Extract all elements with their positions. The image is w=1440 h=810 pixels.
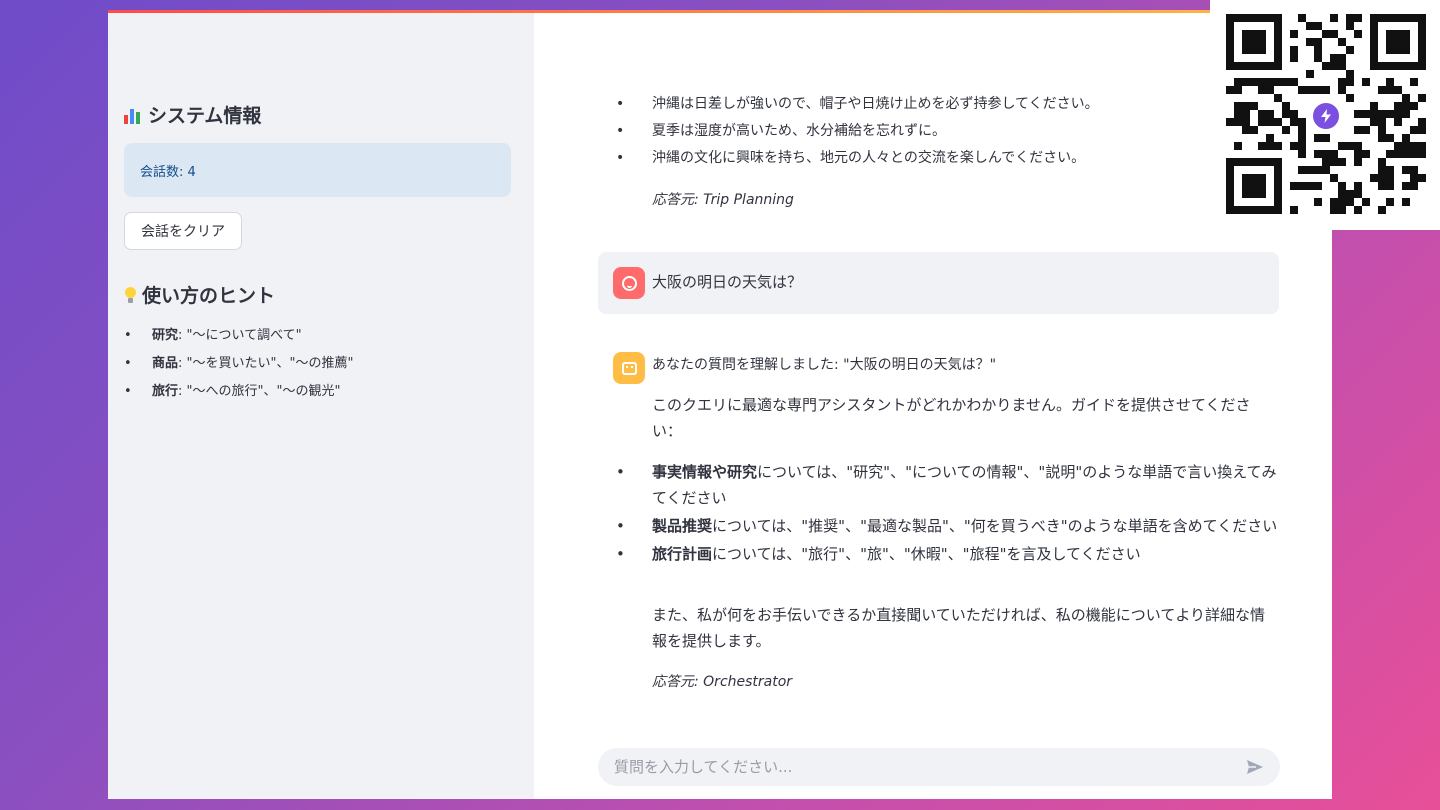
list-item: 製品推奨については、"推奨"、"最適な製品"、"何を買うべき"のような単語を含め… (598, 513, 1280, 539)
hint-text: : "〜を買いたい"、"〜の推薦" (178, 356, 354, 371)
system-info-title: システム情報 (148, 105, 262, 127)
list-item: 夏季は湿度が高いため、水分補給を忘れずに。 (598, 121, 1280, 148)
hint-text: : "〜への旅行"、"〜の観光" (178, 384, 341, 399)
user-message: 大阪の明日の天気は？ (598, 252, 1279, 314)
previous-answer-list: 沖縄は日差しが強いので、帽子や日焼け止めを必ず持参してください。 夏季は湿度が高… (598, 94, 1280, 175)
sidebar: システム情報 会話数: 4 会話をクリア 使い方のヒント 研究: "〜について調… (108, 13, 534, 799)
guide-keyword: 事実情報や研究 (652, 463, 758, 481)
list-item: 沖縄の文化に興味を持ち、地元の人々との交流を楽しんでください。 (598, 148, 1280, 175)
hint-item: 旅行: "〜への旅行"、"〜の観光" (124, 382, 353, 410)
guide-keyword: 旅行計画 (652, 545, 713, 563)
user-message-text: 大阪の明日の天気は？ (652, 273, 803, 291)
previous-answer-source: 応答元: Trip Planning (652, 192, 794, 208)
hint-label: 研究 (152, 328, 179, 343)
bot-avatar-icon (613, 352, 645, 384)
hint-item: 商品: "〜を買いたい"、"〜の推薦" (124, 354, 353, 382)
list-item: 事実情報や研究については、"研究"、"についての情報"、"説明"のような単語で言… (598, 459, 1280, 511)
bot-paragraph: このクエリに最適な専門アシスタントがどれかわかりません。ガイドを提供させてくださ… (652, 396, 1251, 440)
conversation-count-box: 会話数: 4 (124, 143, 511, 197)
hints-heading: 使い方のヒント (124, 281, 275, 308)
chat-input[interactable] (598, 748, 1280, 786)
guide-text: については、"推奨"、"最適な製品"、"何を買うべき"のような単語を含めてくださ… (712, 517, 1278, 535)
app-window: システム情報 会話数: 4 会話をクリア 使い方のヒント 研究: "〜について調… (108, 10, 1332, 799)
clear-conversation-button[interactable]: 会話をクリア (124, 212, 242, 250)
bot-guide-list: 事実情報や研究については、"研究"、"についての情報"、"説明"のような単語で言… (598, 459, 1280, 569)
conversation-count: 会話数: 4 (140, 165, 196, 180)
hints-title: 使い方のヒント (142, 285, 276, 307)
list-item: 旅行計画については、"旅行"、"旅"、"休暇"、"旅程"を言及してください (598, 541, 1280, 567)
bot-answer-source: 応答元: Orchestrator (652, 674, 793, 690)
bar-chart-icon (124, 106, 142, 124)
lightning-icon (1310, 100, 1342, 132)
hint-text: : "〜について調べて" (178, 328, 302, 343)
hints-list: 研究: "〜について調べて" 商品: "〜を買いたい"、"〜の推薦" 旅行: "… (124, 326, 353, 410)
guide-text: については、"旅行"、"旅"、"休暇"、"旅程"を言及してください (712, 545, 1141, 563)
bot-intro-text: あなたの質問を理解しました: "大阪の明日の天気は？" (652, 357, 997, 373)
hint-item: 研究: "〜について調べて" (124, 326, 353, 354)
list-item: 沖縄は日差しが強いので、帽子や日焼け止めを必ず持参してください。 (598, 94, 1280, 121)
user-avatar-icon (613, 267, 645, 299)
qr-panel (1210, 0, 1440, 230)
send-button[interactable] (1244, 757, 1266, 777)
system-info-heading: システム情報 (124, 101, 261, 128)
hint-label: 旅行 (152, 384, 179, 399)
guide-keyword: 製品推奨 (652, 517, 713, 535)
send-icon (1247, 760, 1263, 774)
hint-label: 商品 (152, 356, 179, 371)
bot-paragraph: また、私が何をお手伝いできるか直接聞いていただければ、私の機能についてより詳細な… (652, 606, 1266, 650)
lightbulb-icon (124, 286, 136, 304)
